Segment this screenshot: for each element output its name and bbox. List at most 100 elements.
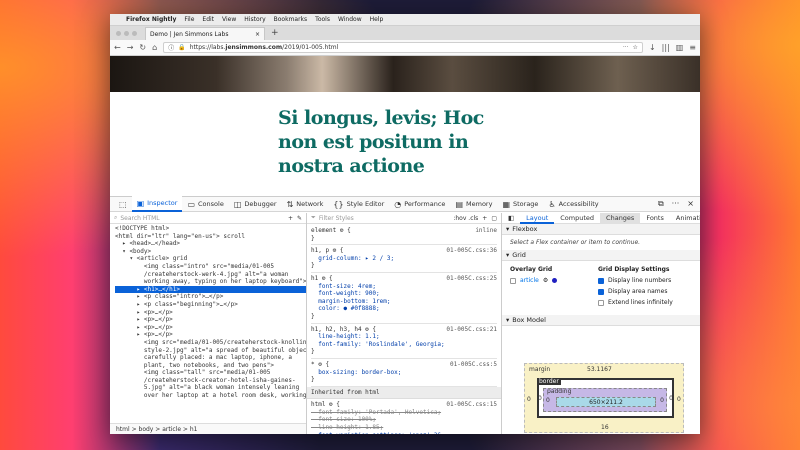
tab-changes[interactable]: Changes bbox=[600, 213, 641, 224]
rule-selector[interactable]: element ⚙ { bbox=[311, 227, 351, 234]
sidebar-icon[interactable]: ▥ bbox=[676, 43, 684, 52]
mac-menu-item[interactable]: Help bbox=[370, 16, 384, 23]
grid-setting-checkbox[interactable] bbox=[598, 288, 604, 295]
tab-storage[interactable]: ▦ Storage bbox=[497, 196, 543, 212]
markup-node[interactable]: ▸ <p>…</p> bbox=[115, 316, 306, 324]
eyedropper-icon[interactable]: ✎ bbox=[297, 215, 302, 222]
grid-item-row[interactable]: article ⚙ bbox=[510, 277, 588, 284]
rule-source-link[interactable]: 01-005C.css:21 bbox=[446, 326, 497, 334]
markup-node[interactable]: ▸ <h1>…</h1> bbox=[115, 285, 306, 294]
rule-selector[interactable]: h1, h2, h3, h4 ⚙ { bbox=[311, 326, 376, 333]
toggle-pane-icon[interactable]: ◧ bbox=[502, 213, 520, 224]
css-declaration[interactable]: } bbox=[311, 348, 497, 356]
markup-node[interactable]: <!DOCTYPE html> bbox=[115, 225, 306, 233]
rule-source-link[interactable]: inline bbox=[475, 227, 497, 235]
tab-fonts[interactable]: Fonts bbox=[640, 213, 670, 224]
grid-setting-row[interactable]: Extend lines infinitely bbox=[598, 299, 673, 306]
tab-inspector[interactable]: ▣ Inspector bbox=[131, 196, 183, 212]
css-declaration[interactable]: } bbox=[311, 313, 497, 321]
rule-selector[interactable]: html ⚙ { bbox=[311, 401, 340, 408]
css-declaration[interactable]: margin-bottom: 1rem; bbox=[311, 298, 497, 306]
grid-item-checkbox[interactable] bbox=[510, 277, 516, 284]
home-icon[interactable]: ⌂ bbox=[152, 43, 157, 52]
css-declaration[interactable]: font-size: 100%; bbox=[311, 416, 497, 424]
margin-top-value[interactable]: 53.1167 bbox=[587, 366, 612, 373]
mac-menu-item[interactable]: Window bbox=[338, 16, 362, 23]
forward-icon[interactable]: → bbox=[127, 43, 134, 52]
css-declaration[interactable]: font-size: 4rem; bbox=[311, 283, 497, 291]
flexbox-section-header[interactable]: ▾ Flexbox bbox=[502, 224, 700, 235]
library-icon[interactable]: ||| bbox=[662, 43, 670, 52]
css-declaration[interactable]: } bbox=[311, 262, 497, 270]
add-node-icon[interactable]: + bbox=[288, 215, 293, 222]
margin-bottom-value[interactable]: 16 bbox=[601, 424, 609, 431]
css-declaration[interactable]: color: ● #0f8888; bbox=[311, 305, 497, 313]
css-declaration[interactable]: line-height: 1.1; bbox=[311, 333, 497, 341]
hov-cls-toggle[interactable]: :hov .cls bbox=[453, 215, 478, 222]
grid-setting-row[interactable]: Display area names bbox=[598, 288, 673, 295]
tab-debugger[interactable]: ◫ Debugger bbox=[229, 196, 282, 212]
tab-network[interactable]: ⇅ Network bbox=[282, 196, 329, 212]
rule-source-link[interactable]: 01-005C.css:15 bbox=[446, 401, 497, 409]
rule-selector[interactable]: h1, p ⚙ { bbox=[311, 247, 344, 254]
css-declaration[interactable]: font-family: 'Portada', Helvetica; bbox=[311, 409, 497, 417]
search-html-input[interactable]: Search HTML bbox=[120, 215, 159, 222]
element-picker-icon[interactable]: ⬚ bbox=[114, 196, 132, 212]
border-right-value[interactable]: 0 bbox=[669, 395, 673, 402]
boxmodel-section-header[interactable]: ▾ Box Model bbox=[502, 315, 700, 326]
zoom-dot[interactable] bbox=[132, 30, 137, 36]
css-declaration[interactable]: } bbox=[311, 376, 497, 384]
markup-node[interactable]: <img class="tall" src="media/01-005 bbox=[115, 369, 306, 377]
url-bar[interactable]: ⓘ 🔒 https://labs.jensimmons.com/2019/01-… bbox=[163, 42, 643, 53]
markup-node[interactable]: over her laptop at a hotel room desk, wo… bbox=[115, 392, 306, 400]
markup-node[interactable]: ▸ <p>…</p> bbox=[115, 309, 306, 317]
padding-right-value[interactable]: 0 bbox=[660, 397, 664, 404]
rule-source-link[interactable]: 01-005C.css:36 bbox=[446, 247, 497, 255]
margin-left-value[interactable]: 0 bbox=[527, 396, 531, 403]
mac-menu-item[interactable]: Firefox Nightly bbox=[126, 16, 176, 23]
close-tab-icon[interactable]: × bbox=[255, 31, 260, 38]
bookmark-star-icon[interactable]: ☆ bbox=[633, 44, 638, 51]
markup-node[interactable]: ▸ <p class="beginning">…</p> bbox=[115, 301, 306, 309]
mac-menu-item[interactable]: Edit bbox=[202, 16, 214, 23]
grid-section-header[interactable]: ▾ Grid bbox=[502, 250, 700, 261]
markup-node[interactable]: ▸ <p class="intro">…</p> bbox=[115, 293, 306, 301]
close-dot[interactable] bbox=[116, 30, 121, 36]
mac-menu-item[interactable]: History bbox=[244, 16, 265, 23]
search-html-bar[interactable]: ⌕ Search HTML + ✎ bbox=[110, 213, 306, 224]
markup-node[interactable]: <img class="intro" src="media/01-005 bbox=[115, 263, 306, 271]
markup-node[interactable]: ▾ <body> bbox=[115, 248, 306, 256]
page-actions-icon[interactable]: ··· bbox=[623, 44, 629, 51]
grid-gear-icon[interactable]: ⚙ bbox=[543, 277, 548, 284]
margin-right-value[interactable]: 0 bbox=[677, 396, 681, 403]
grid-color-swatch[interactable] bbox=[552, 278, 558, 283]
new-tab-icon[interactable]: + bbox=[271, 26, 279, 40]
mac-menu-item[interactable]: File bbox=[184, 16, 194, 23]
filter-styles-input[interactable]: Filter Styles bbox=[319, 215, 354, 222]
padding-left-value[interactable]: 0 bbox=[546, 397, 550, 404]
add-rule-icon[interactable]: + bbox=[482, 215, 487, 222]
tab-memory[interactable]: ▤ Memory bbox=[450, 196, 497, 212]
markup-node[interactable]: ▸ <head>…</head> bbox=[115, 240, 306, 248]
css-declaration[interactable]: line-height: 1.85; bbox=[311, 424, 497, 432]
css-declaration[interactable]: grid-column: ▸ 2 / 3; bbox=[311, 255, 497, 263]
markup-node[interactable]: carefully placed: a mac laptop, iphone, … bbox=[115, 354, 306, 362]
border-left-value[interactable]: 0 bbox=[538, 395, 542, 402]
more-icon[interactable]: ··· bbox=[672, 199, 680, 209]
grid-setting-row[interactable]: Display line numbers bbox=[598, 277, 673, 284]
tab-style-editor[interactable]: {} Style Editor bbox=[328, 196, 389, 212]
css-declaration[interactable]: font-variation-settings: 'opsz' 36; bbox=[311, 432, 497, 434]
tab-performance[interactable]: ◔ Performance bbox=[389, 196, 450, 212]
markup-node[interactable]: ▾ <article> grid bbox=[115, 255, 306, 263]
css-declaration[interactable]: } bbox=[311, 235, 497, 243]
content-box[interactable]: 650×211.2 bbox=[556, 397, 656, 407]
download-icon[interactable]: ↓ bbox=[649, 43, 656, 52]
back-icon[interactable]: ← bbox=[114, 43, 121, 52]
markup-node[interactable]: /createherstock-werk-4.jpg" alt="a woman bbox=[115, 271, 306, 279]
info-icon[interactable]: ⓘ bbox=[168, 43, 174, 52]
close-devtools-icon[interactable]: × bbox=[687, 199, 694, 209]
css-declaration[interactable]: font-family: 'Roslindale', Georgia; bbox=[311, 341, 497, 349]
markup-node[interactable]: /createherstock-creator-hotel-isha-gaine… bbox=[115, 377, 306, 385]
filter-styles-bar[interactable]: ⏷ Filter Styles :hov .cls + ▢ bbox=[307, 213, 501, 224]
menu-icon[interactable]: ≡ bbox=[689, 43, 696, 52]
